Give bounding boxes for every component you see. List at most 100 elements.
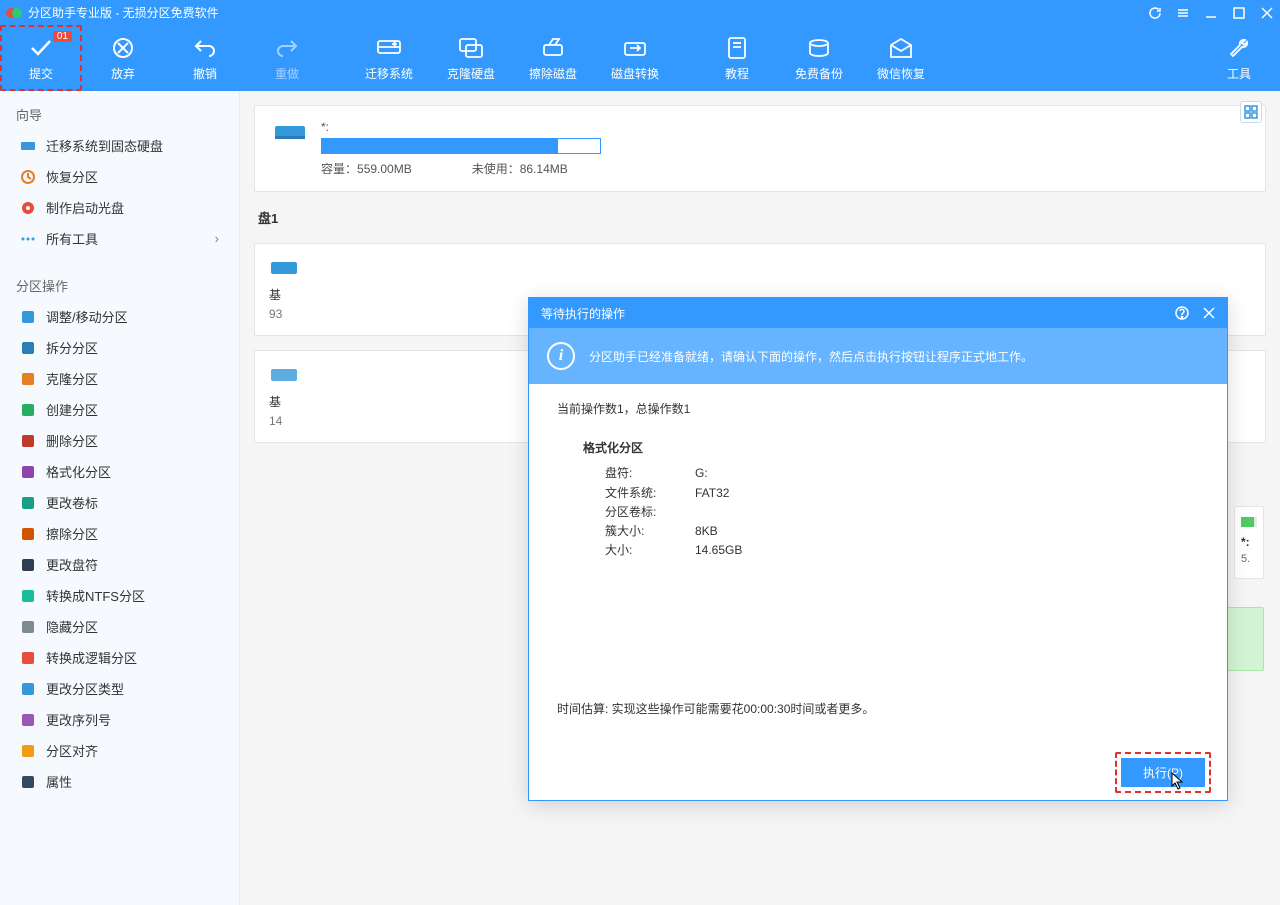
op-icon — [20, 712, 36, 728]
toolbar: 01 提交 放弃 撤销 重做 迁移系统 克隆硬盘 擦除磁盘 磁盘转换 教程 免费… — [0, 25, 1280, 91]
time-estimate: 时间估算: 实现这些操作可能需要花00:00:30时间或者更多。 — [557, 700, 1199, 719]
migrate-button[interactable]: 迁移系统 — [348, 25, 430, 91]
redo-button[interactable]: 重做 — [246, 25, 328, 91]
drive-icon — [269, 365, 299, 385]
op-icon — [20, 340, 36, 356]
submit-badge: 01 — [53, 31, 72, 42]
current-ops-text: 当前操作数1，总操作数1 — [557, 400, 1199, 419]
help-icon[interactable] — [1175, 306, 1189, 320]
redo-icon — [274, 35, 300, 61]
wizard-bootdisk[interactable]: 制作启动光盘 — [0, 192, 239, 223]
recover-icon — [20, 169, 36, 185]
op-item[interactable]: 属性 — [0, 766, 239, 797]
book-icon — [724, 35, 750, 61]
drive-icon — [269, 258, 299, 278]
pending-ops-dialog: 等待执行的操作 i 分区助手已经准备就绪，请确认下面的操作，然后点击执行按钮让程… — [528, 297, 1228, 801]
clone-icon — [458, 35, 484, 61]
dialog-body: 当前操作数1，总操作数1 格式化分区 盘符:G:文件系统:FAT32分区卷标:簇… — [529, 384, 1227, 744]
op-item[interactable]: 转换成逻辑分区 — [0, 642, 239, 673]
minimize-icon[interactable] — [1204, 6, 1218, 20]
clone-button[interactable]: 克隆硬盘 — [430, 25, 512, 91]
migrate-icon — [376, 35, 402, 61]
wizard-header: 向导 — [0, 99, 239, 130]
drive-icon — [273, 122, 307, 142]
partition-card[interactable]: *: 5. — [1234, 506, 1264, 579]
op-item[interactable]: 拆分分区 — [0, 332, 239, 363]
titlebar: 分区助手专业版 - 无损分区免费软件 — [0, 0, 1280, 25]
disk-header: 盘1 — [254, 206, 1266, 229]
op-item[interactable]: 删除分区 — [0, 425, 239, 456]
wizard-migrate[interactable]: 迁移系统到固态硬盘 — [0, 130, 239, 161]
op-icon — [20, 433, 36, 449]
op-icon — [20, 743, 36, 759]
op-icon — [20, 495, 36, 511]
op-item[interactable]: 更改卷标 — [0, 487, 239, 518]
wrench-icon — [1226, 35, 1252, 61]
wizard-all-tools[interactable]: 所有工具 › — [0, 223, 239, 254]
close-icon[interactable] — [1260, 6, 1274, 20]
op-icon — [20, 557, 36, 573]
app-title: 分区助手专业版 - 无损分区免费软件 — [28, 4, 219, 21]
op-item[interactable]: 调整/移动分区 — [0, 301, 239, 332]
wipe-button[interactable]: 擦除磁盘 — [512, 25, 594, 91]
chevron-right-icon: › — [215, 231, 219, 246]
cancel-icon — [110, 35, 136, 61]
backup-icon — [806, 35, 832, 61]
op-icon — [20, 650, 36, 666]
op-item[interactable]: 克隆分区 — [0, 363, 239, 394]
maximize-icon[interactable] — [1232, 6, 1246, 20]
check-icon — [28, 35, 54, 61]
convert-button[interactable]: 磁盘转换 — [594, 25, 676, 91]
undo-button[interactable]: 撤销 — [164, 25, 246, 91]
sidebar: 向导 迁移系统到固态硬盘 恢复分区 制作启动光盘 所有工具 › 分区操作 调整/… — [0, 91, 240, 905]
op-item[interactable]: 分区对齐 — [0, 735, 239, 766]
convert-icon — [622, 35, 648, 61]
ops-header: 分区操作 — [0, 270, 239, 301]
op-icon — [20, 464, 36, 480]
disk-usage-bar — [321, 138, 601, 154]
app-logo-icon — [6, 5, 22, 21]
op-title: 格式化分区 — [583, 439, 1199, 458]
eraser-icon — [540, 35, 566, 61]
op-item[interactable]: 更改分区类型 — [0, 673, 239, 704]
op-detail-row: 文件系统:FAT32 — [605, 484, 1199, 503]
disk-icon — [20, 138, 36, 154]
refresh-icon[interactable] — [1148, 6, 1162, 20]
view-grid-icon[interactable] — [1240, 101, 1262, 123]
wechat-button[interactable]: 微信恢复 — [860, 25, 942, 91]
submit-button[interactable]: 01 提交 — [0, 25, 82, 91]
disk-label: *: — [321, 120, 601, 134]
menu-icon[interactable] — [1176, 6, 1190, 20]
dialog-close-icon[interactable] — [1203, 307, 1215, 319]
disk-summary: *: 容量：559.00MB 未使用：86.14MB — [254, 105, 1266, 192]
wizard-recover[interactable]: 恢复分区 — [0, 161, 239, 192]
dialog-titlebar: 等待执行的操作 — [529, 298, 1227, 328]
op-item[interactable]: 格式化分区 — [0, 456, 239, 487]
op-icon — [20, 371, 36, 387]
op-detail-row: 分区卷标: — [605, 503, 1199, 522]
op-item[interactable]: 更改盘符 — [0, 549, 239, 580]
dialog-footer: 执行(P) — [529, 744, 1227, 800]
op-icon — [20, 402, 36, 418]
dots-icon — [20, 231, 36, 247]
op-icon — [20, 309, 36, 325]
tutorial-button[interactable]: 教程 — [696, 25, 778, 91]
op-detail-row: 簇大小:8KB — [605, 522, 1199, 541]
cd-icon — [20, 200, 36, 216]
op-icon — [20, 774, 36, 790]
main-area: *: 容量：559.00MB 未使用：86.14MB 盘1 基 93 — [240, 91, 1280, 905]
wechat-icon — [888, 35, 914, 61]
undo-icon — [192, 35, 218, 61]
op-item[interactable]: 更改序列号 — [0, 704, 239, 735]
dialog-title: 等待执行的操作 — [541, 305, 625, 322]
op-item[interactable]: 转换成NTFS分区 — [0, 580, 239, 611]
op-item[interactable]: 擦除分区 — [0, 518, 239, 549]
op-item[interactable]: 创建分区 — [0, 394, 239, 425]
tools-button[interactable]: 工具 — [1198, 25, 1280, 91]
op-detail-row: 大小:14.65GB — [605, 541, 1199, 560]
dialog-banner: i 分区助手已经准备就绪，请确认下面的操作，然后点击执行按钮让程序正式地工作。 — [529, 328, 1227, 384]
op-item[interactable]: 隐藏分区 — [0, 611, 239, 642]
backup-button[interactable]: 免费备份 — [778, 25, 860, 91]
op-icon — [20, 588, 36, 604]
discard-button[interactable]: 放弃 — [82, 25, 164, 91]
